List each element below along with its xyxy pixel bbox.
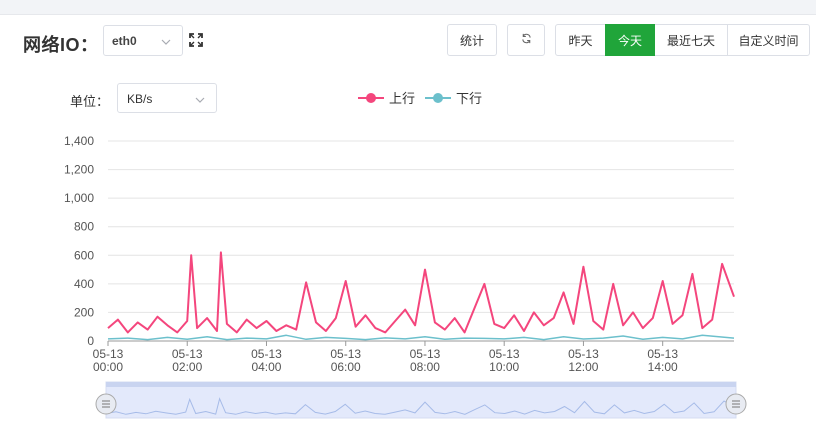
network-io-chart: 1,4001,2001,000800600400200005-1300:0005… [64,134,747,419]
upload-series-line [107,251,735,334]
x-tick-label: 05-13 [647,347,678,361]
x-tick-label: 12:00 [568,360,598,374]
y-tick-label: 1,200 [64,163,94,177]
y-tick-label: 1,000 [64,191,94,205]
x-tick-label: 05-13 [172,347,203,361]
x-tick-label: 00:00 [93,360,123,374]
x-tick-label: 06:00 [331,360,361,374]
x-tick-label: 05-13 [251,347,282,361]
x-tick-label: 14:00 [648,360,678,374]
download-series-line [107,334,735,341]
x-tick-label: 05-13 [410,347,441,361]
y-tick-label: 0 [87,334,94,348]
y-tick-label: 600 [74,248,94,262]
y-tick-label: 800 [74,220,94,234]
x-tick-label: 02:00 [172,360,202,374]
x-tick-label: 04:00 [251,360,281,374]
y-tick-label: 400 [74,277,94,291]
y-tick-label: 200 [74,305,94,319]
zoom-handle-end[interactable] [725,393,747,415]
x-tick-label: 05-13 [330,347,361,361]
range-today-button[interactable]: 今天 [605,24,655,56]
zoom-handle-start[interactable] [95,393,117,415]
x-tick-label: 05-13 [568,347,599,361]
zoom-drag-bar [106,382,736,387]
x-tick-label: 10:00 [489,360,519,374]
x-tick-label: 08:00 [410,360,440,374]
x-tick-label: 05-13 [93,347,124,361]
x-tick-label: 05-13 [489,347,520,361]
y-tick-label: 1,400 [64,134,94,148]
